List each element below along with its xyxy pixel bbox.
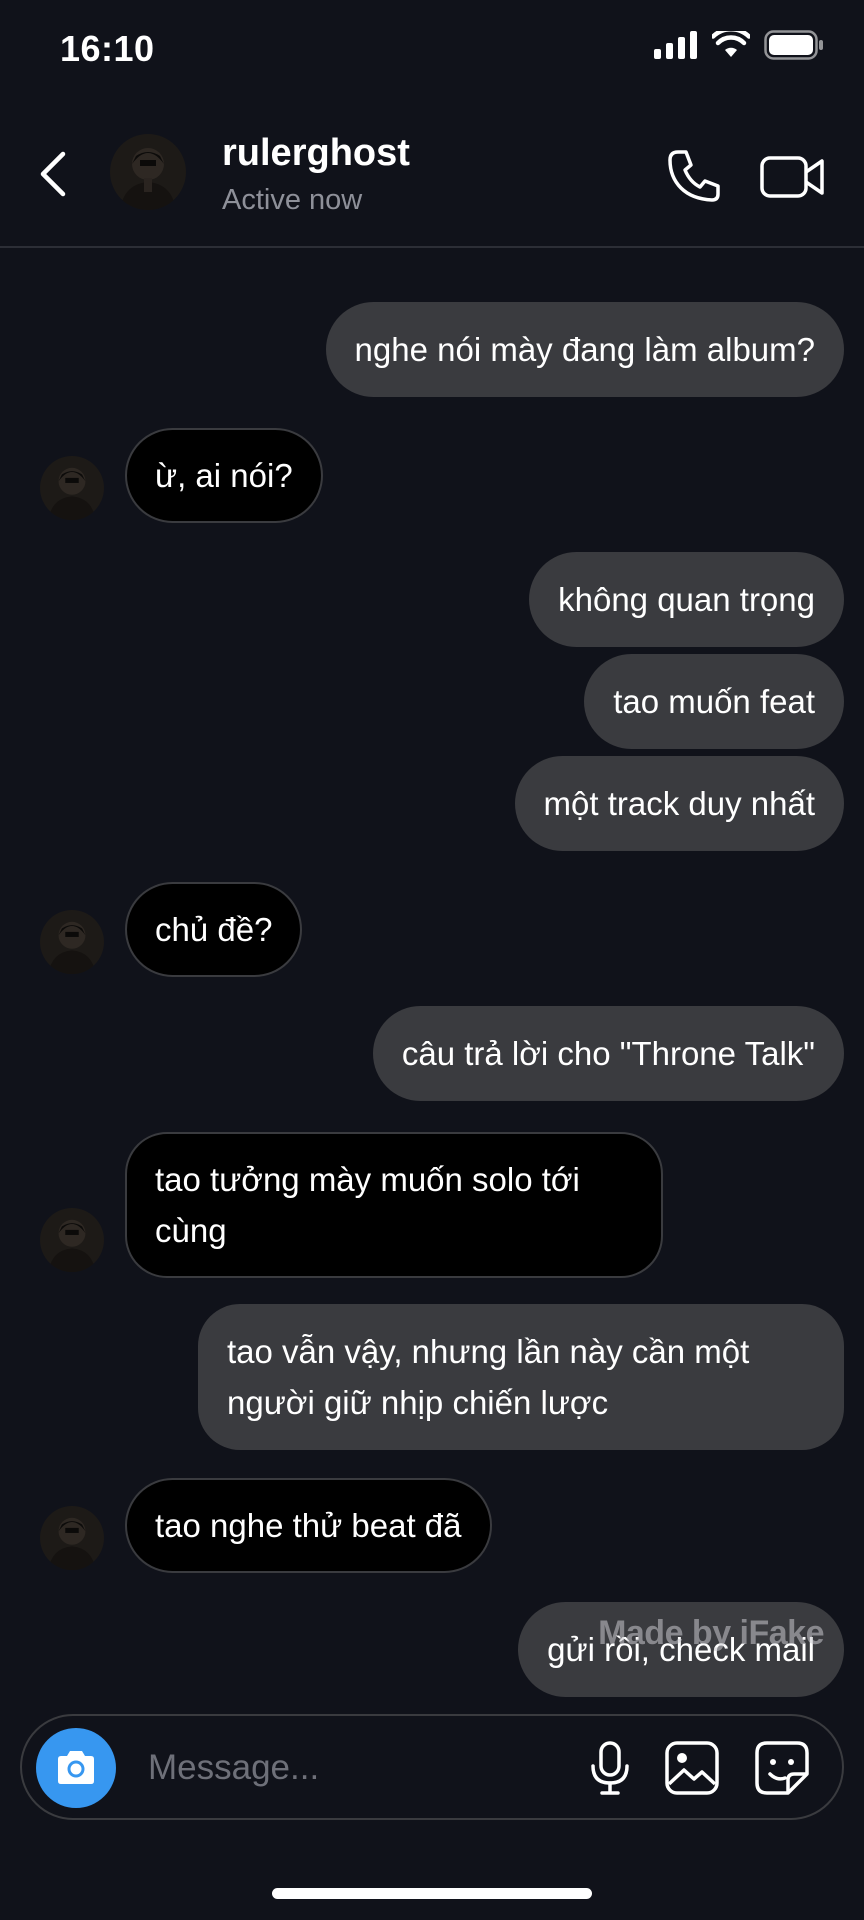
chat-screen: 16:10 rulerghost Active now nghe nói mày… (0, 0, 864, 1920)
back-button[interactable] (30, 144, 74, 204)
message-bubble-incoming[interactable]: ừ, ai nói? (125, 428, 323, 523)
profile-photo (40, 910, 104, 974)
voice-call-button[interactable] (664, 146, 724, 206)
sticker-button[interactable] (752, 1738, 812, 1798)
signal-icon (654, 31, 697, 59)
status-bar: 16:10 (0, 0, 864, 100)
watermark: Made by iFake (598, 1614, 824, 1652)
message-bubble-outgoing[interactable]: câu trả lời cho "Throne Talk" (372, 1006, 844, 1101)
status-icons (654, 30, 824, 60)
message-composer (20, 1714, 844, 1820)
video-call-button[interactable] (758, 146, 828, 206)
message-bubble-outgoing[interactable]: tao muốn feat (584, 654, 844, 749)
message-bubble-outgoing[interactable]: một track duy nhất (514, 756, 844, 851)
profile-photo (40, 456, 104, 520)
sticker-icon (755, 1741, 809, 1795)
profile-photo (40, 1506, 104, 1570)
message-bubble-outgoing[interactable]: nghe nói mày đang làm album? (325, 302, 844, 397)
avatar (40, 910, 104, 974)
avatar (40, 456, 104, 520)
phone-icon (668, 150, 720, 202)
voice-message-button[interactable] (580, 1738, 640, 1798)
active-status: Active now (222, 184, 363, 216)
avatar (40, 1208, 104, 1272)
image-icon (665, 1741, 719, 1795)
message-bubble-incoming[interactable]: tao nghe thử beat đã (125, 1478, 492, 1573)
profile-photo (110, 134, 186, 210)
video-camera-icon (760, 156, 824, 198)
battery-icon (764, 30, 823, 60)
chat-header: rulerghost Active now (0, 100, 864, 248)
message-bubble-outgoing[interactable]: không quan trọng (529, 552, 844, 647)
message-bubble-incoming[interactable]: chủ đề? (125, 882, 303, 977)
home-indicator[interactable] (272, 1888, 592, 1899)
camera-button[interactable] (36, 1728, 116, 1808)
message-bubble-outgoing[interactable]: tao vẫn vậy, nhưng lần này cần một người… (198, 1304, 844, 1450)
avatar (40, 1506, 104, 1570)
message-bubble-incoming[interactable]: tao tưởng mày muốn solo tới cùng (125, 1132, 663, 1278)
microphone-icon (591, 1741, 629, 1795)
wifi-icon (712, 31, 750, 57)
message-input[interactable] (148, 1740, 448, 1796)
status-time: 16:10 (60, 28, 155, 69)
gallery-button[interactable] (662, 1738, 722, 1798)
back-chevron-icon (40, 151, 66, 197)
camera-icon (58, 1751, 94, 1784)
profile-photo (40, 1208, 104, 1272)
contact-username[interactable]: rulerghost (222, 132, 410, 175)
avatar[interactable] (110, 134, 186, 210)
